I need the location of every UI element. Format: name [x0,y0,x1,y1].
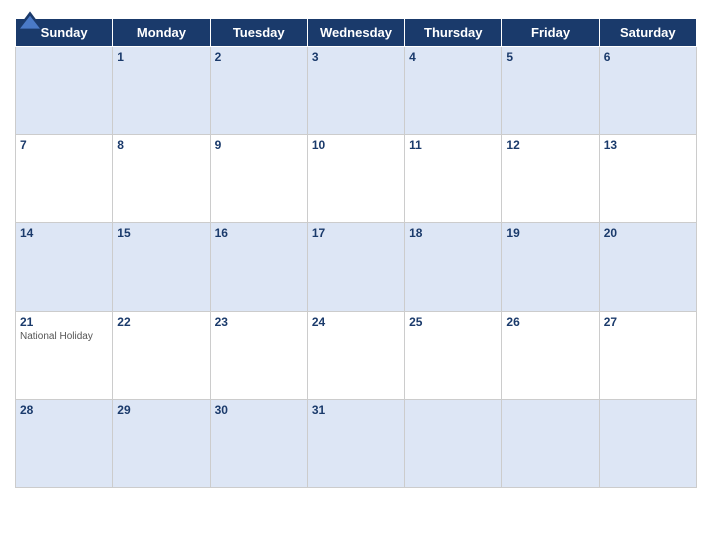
calendar-week-5: 28 29 30 31 [16,399,697,487]
calendar-cell: 31 [307,399,404,487]
calendar-cell: 10 [307,135,404,223]
calendar-body: 123456789101112131415161718192021Nationa… [16,47,697,488]
calendar-table: SundayMondayTuesdayWednesdayThursdayFrid… [15,18,697,488]
calendar-cell: 14 [16,223,113,311]
calendar-cell [502,399,599,487]
weekday-header-friday: Friday [502,19,599,47]
day-number: 19 [506,226,594,240]
logo-wrapper [15,10,48,30]
day-number: 1 [117,50,205,64]
calendar-cell: 3 [307,47,404,135]
day-number: 28 [20,403,108,417]
day-number: 16 [215,226,303,240]
calendar-cell: 24 [307,311,404,399]
weekday-header-monday: Monday [113,19,210,47]
calendar-cell: 26 [502,311,599,399]
day-number: 25 [409,315,497,329]
day-number: 13 [604,138,692,152]
calendar-week-2: 789 10 11 12 13 [16,135,697,223]
calendar-cell [405,399,502,487]
day-number: 27 [604,315,692,329]
day-number: 7 [20,138,108,152]
day-number: 18 [409,226,497,240]
calendar-week-3: 14 15 16 17 18 19 20 [16,223,697,311]
weekday-header-wednesday: Wednesday [307,19,404,47]
day-number: 10 [312,138,400,152]
holiday-label: National Holiday [20,331,108,342]
calendar-cell [599,399,696,487]
day-number: 26 [506,315,594,329]
calendar-cell: 19 [502,223,599,311]
calendar-cell: 7 [16,135,113,223]
day-number: 2 [215,50,303,64]
weekday-header-saturday: Saturday [599,19,696,47]
calendar-cell: 30 [210,399,307,487]
day-number: 29 [117,403,205,417]
day-number: 12 [506,138,594,152]
calendar-cell: 17 [307,223,404,311]
calendar-container: SundayMondayTuesdayWednesdayThursdayFrid… [0,0,712,550]
calendar-cell: 20 [599,223,696,311]
calendar-cell [16,47,113,135]
calendar-cell: 9 [210,135,307,223]
calendar-cell: 1 [113,47,210,135]
day-number: 4 [409,50,497,64]
calendar-cell: 18 [405,223,502,311]
logo-icon [15,10,45,30]
calendar-cell: 25 [405,311,502,399]
day-number: 15 [117,226,205,240]
day-number: 9 [215,138,303,152]
day-number: 14 [20,226,108,240]
day-number: 23 [215,315,303,329]
weekday-header-row: SundayMondayTuesdayWednesdayThursdayFrid… [16,19,697,47]
day-number: 11 [409,138,497,152]
calendar-week-4: 21 National Holiday 22 23 24 25 26 27 [16,311,697,399]
calendar-cell: 6 [599,47,696,135]
calendar-cell: 29 [113,399,210,487]
day-number: 22 [117,315,205,329]
day-number: 24 [312,315,400,329]
day-number: 21 [20,315,108,329]
day-number: 20 [604,226,692,240]
calendar-cell: 22 [113,311,210,399]
calendar-cell: 2 [210,47,307,135]
calendar-cell: 23 [210,311,307,399]
calendar-cell: 28 [16,399,113,487]
calendar-cell: 8 [113,135,210,223]
calendar-cell: 15 [113,223,210,311]
day-number: 3 [312,50,400,64]
logo-area [15,10,48,30]
day-number: 31 [312,403,400,417]
weekday-header-tuesday: Tuesday [210,19,307,47]
calendar-cell: 13 [599,135,696,223]
calendar-cell: 12 [502,135,599,223]
day-number: 8 [117,138,205,152]
calendar-week-1: 123456 [16,47,697,135]
weekday-header-thursday: Thursday [405,19,502,47]
calendar-cell: 16 [210,223,307,311]
calendar-cell: 27 [599,311,696,399]
calendar-cell: 4 [405,47,502,135]
calendar-cell: 21 National Holiday [16,311,113,399]
day-number: 17 [312,226,400,240]
day-number: 30 [215,403,303,417]
day-number: 5 [506,50,594,64]
calendar-cell: 5 [502,47,599,135]
day-number: 6 [604,50,692,64]
calendar-cell: 11 [405,135,502,223]
